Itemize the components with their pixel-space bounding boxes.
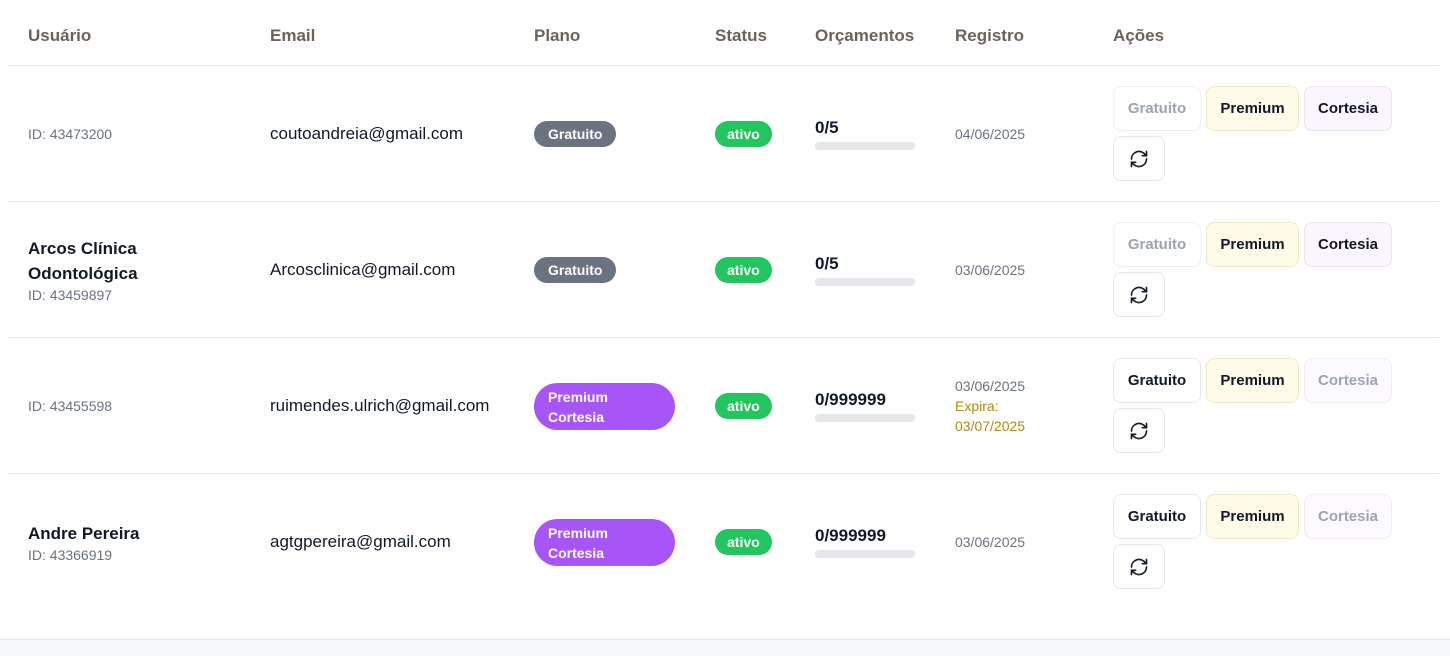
user-cell: ID: 43455598 xyxy=(28,338,238,473)
set-cortesia-button[interactable]: Cortesia xyxy=(1304,494,1392,539)
set-cortesia-button[interactable]: Cortesia xyxy=(1304,358,1392,403)
set-free-button[interactable]: Gratuito xyxy=(1113,222,1201,267)
user-id: ID: 43459897 xyxy=(28,286,113,303)
status-badge: ativo xyxy=(715,121,772,147)
expiry-label: Expira: xyxy=(955,397,999,414)
header-orcamentos[interactable]: Orçamentos xyxy=(815,26,914,46)
quota-cell: 0/5 xyxy=(815,254,915,286)
refresh-icon xyxy=(1130,150,1148,167)
quota-progress-bar xyxy=(815,550,915,558)
plan-badge: Premium Cortesia xyxy=(534,519,675,566)
user-email: agtgpereira@gmail.com xyxy=(270,532,451,551)
header-status[interactable]: Status xyxy=(715,26,767,46)
quota-cell: 0/999999 xyxy=(815,390,915,422)
page-footer-strip xyxy=(0,639,1450,656)
table-row: ID: 43455598 ruimendes.ulrich@gmail.com … xyxy=(8,338,1439,474)
expiry-date: 03/07/2025 xyxy=(955,417,1026,434)
user-cell: ID: 43473200 xyxy=(28,66,238,201)
refresh-icon xyxy=(1130,558,1148,575)
refresh-button[interactable] xyxy=(1113,136,1165,181)
user-id: ID: 43473200 xyxy=(28,125,113,142)
quota-cell: 0/999999 xyxy=(815,526,915,558)
plan-badge: Premium Cortesia xyxy=(534,383,675,430)
table-row: Arcos Clínica Odontológica ID: 43459897 … xyxy=(8,202,1439,338)
user-id: ID: 43455598 xyxy=(28,397,113,414)
set-free-button[interactable]: Gratuito xyxy=(1113,358,1201,403)
registration-cell: 03/06/2025 xyxy=(955,474,1025,610)
registration-date: 04/06/2025 xyxy=(955,125,1026,142)
set-cortesia-button[interactable]: Cortesia xyxy=(1304,222,1392,267)
refresh-button[interactable] xyxy=(1113,272,1165,317)
quota-progress-bar xyxy=(815,414,915,422)
quota-progress-bar xyxy=(815,142,915,150)
registration-date: 03/06/2025 xyxy=(955,261,1026,278)
quota-value: 0/5 xyxy=(815,254,839,273)
user-name: Arcos Clínica Odontológica xyxy=(28,238,138,283)
user-email: ruimendes.ulrich@gmail.com xyxy=(270,395,490,415)
table-row: Andre Pereira ID: 43366919 agtgpereira@g… xyxy=(8,474,1439,610)
header-registro[interactable]: Registro xyxy=(955,26,1024,46)
quota-progress-bar xyxy=(815,278,915,286)
users-table: Usuário Email Plano Status Orçamentos Re… xyxy=(8,0,1439,639)
registration-cell: 04/06/2025 xyxy=(955,66,1025,201)
user-cell: Arcos Clínica Odontológica ID: 43459897 xyxy=(28,202,238,337)
set-premium-button[interactable]: Premium xyxy=(1206,86,1299,131)
registration-date: 03/06/2025 xyxy=(955,377,1026,394)
refresh-button[interactable] xyxy=(1113,408,1165,453)
header-email[interactable]: Email xyxy=(270,26,315,46)
set-free-button[interactable]: Gratuito xyxy=(1113,494,1201,539)
set-premium-button[interactable]: Premium xyxy=(1206,358,1299,403)
quota-value: 0/999999 xyxy=(815,390,886,409)
quota-cell: 0/5 xyxy=(815,118,915,150)
registration-cell: 03/06/2025 xyxy=(955,202,1025,337)
set-cortesia-button[interactable]: Cortesia xyxy=(1304,86,1392,131)
refresh-icon xyxy=(1130,286,1148,303)
header-usuario[interactable]: Usuário xyxy=(28,26,91,46)
header-acoes: Ações xyxy=(1113,26,1165,45)
set-premium-button[interactable]: Premium xyxy=(1206,494,1299,539)
status-badge: ativo xyxy=(715,529,772,555)
user-email: coutoandreia@gmail.com xyxy=(270,123,464,143)
quota-value: 0/999999 xyxy=(815,526,886,545)
status-badge: ativo xyxy=(715,393,772,419)
plan-badge: Gratuito xyxy=(534,257,617,283)
quota-value: 0/5 xyxy=(815,118,839,137)
table-row: ID: 43473200 coutoandreia@gmail.com Grat… xyxy=(8,66,1439,202)
user-cell: Andre Pereira ID: 43366919 xyxy=(28,474,238,610)
header-plano[interactable]: Plano xyxy=(534,26,580,46)
refresh-button[interactable] xyxy=(1113,544,1165,589)
registration-date: 03/06/2025 xyxy=(955,534,1026,550)
user-name: Andre Pereira xyxy=(28,523,140,543)
user-id: ID: 43366919 xyxy=(28,546,113,563)
user-email: Arcosclinica@gmail.com xyxy=(270,259,456,279)
refresh-icon xyxy=(1130,422,1148,439)
set-premium-button[interactable]: Premium xyxy=(1206,222,1299,267)
status-badge: ativo xyxy=(715,257,772,283)
registration-cell: 03/06/2025 Expira: 03/07/2025 xyxy=(955,338,1025,473)
set-free-button[interactable]: Gratuito xyxy=(1113,86,1201,131)
plan-badge: Gratuito xyxy=(534,121,617,147)
table-header: Usuário Email Plano Status Orçamentos Re… xyxy=(8,0,1439,66)
